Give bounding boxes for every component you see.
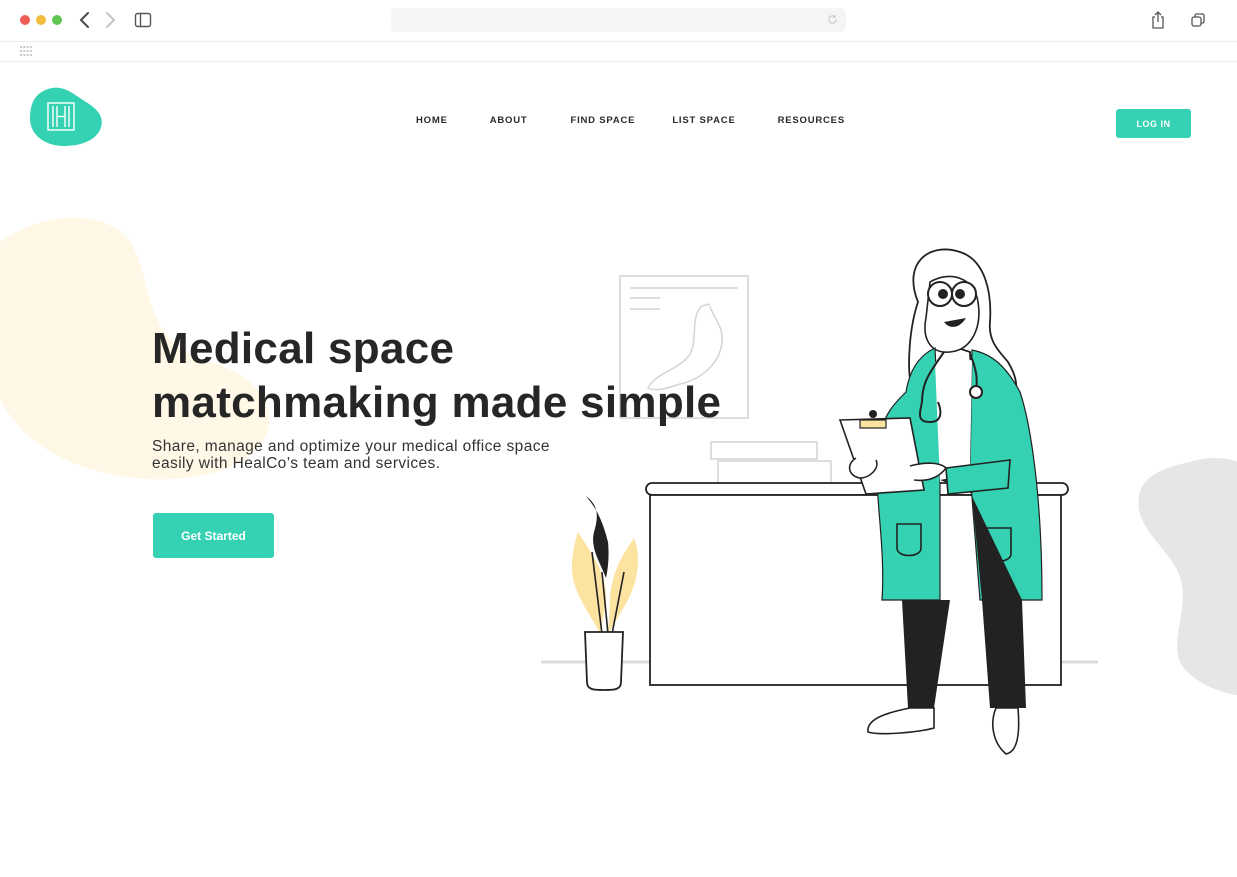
hero-subtitle: Share, manage and optimize your medical … [152, 438, 550, 472]
healco-logo[interactable] [28, 86, 104, 148]
grid-icon[interactable] [20, 46, 32, 56]
share-icon[interactable] [1150, 10, 1166, 30]
get-started-button[interactable]: Get Started [153, 513, 274, 558]
nav-resources[interactable]: RESOURCES [778, 115, 845, 129]
web-page: HOME ABOUT FIND SPACE LIST SPACE RESOURC… [0, 62, 1237, 877]
reload-icon[interactable] [827, 14, 838, 25]
doctor-illustration [541, 248, 1098, 755]
decorative-blob-gray [1138, 458, 1237, 696]
favorites-bar [0, 42, 1237, 62]
back-arrow-icon[interactable] [76, 10, 94, 30]
tabs-icon[interactable] [1190, 12, 1206, 28]
window-controls [20, 15, 62, 25]
main-nav: HOME ABOUT FIND SPACE LIST SPACE RESOURC… [400, 115, 845, 129]
zoom-window-button[interactable] [52, 15, 62, 25]
close-window-button[interactable] [20, 15, 30, 25]
minimize-window-button[interactable] [36, 15, 46, 25]
browser-toolbar [0, 0, 1237, 42]
nav-about[interactable]: ABOUT [490, 115, 528, 129]
hero-title: Medical space matchmaking made simple [152, 324, 722, 427]
nav-list-space[interactable]: LIST SPACE [672, 115, 735, 129]
address-bar[interactable] [391, 8, 846, 32]
nav-home[interactable]: HOME [416, 115, 448, 129]
sidebar-icon[interactable] [134, 12, 152, 28]
nav-find-space[interactable]: FIND SPACE [570, 115, 635, 129]
login-button[interactable]: LOG IN [1116, 109, 1191, 138]
forward-arrow-icon[interactable] [101, 10, 119, 30]
